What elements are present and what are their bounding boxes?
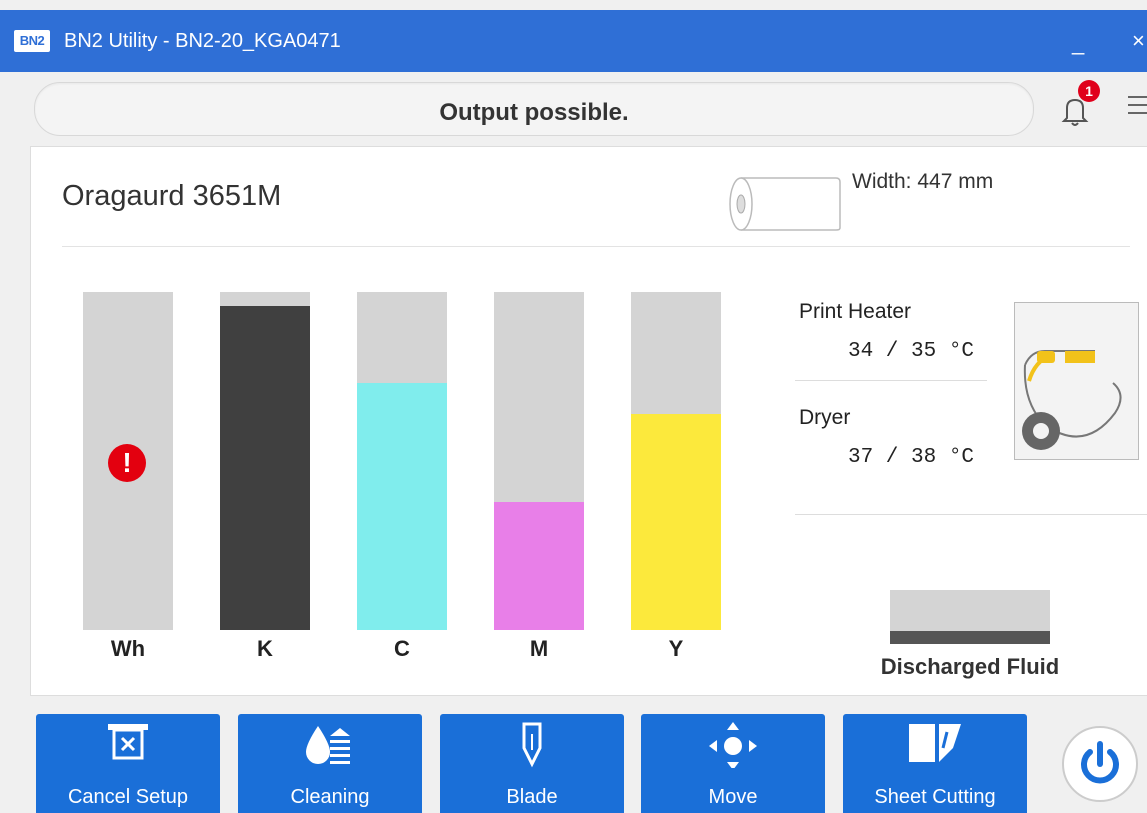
ink-fill-c	[357, 383, 447, 630]
ink-label-m: M	[529, 636, 549, 661]
cleaning-icon	[238, 718, 422, 768]
media-name: Oragaurd 3651M	[62, 180, 282, 212]
cancel-setup-button[interactable]: Cancel Setup	[36, 714, 220, 813]
heater-diagram-icon	[1014, 302, 1139, 460]
ink-label-k: K	[257, 636, 273, 661]
blade-icon	[440, 718, 624, 768]
discharged-fluid-label: Discharged Fluid	[880, 654, 1060, 679]
move-label: Move	[708, 786, 758, 808]
discharged-fluid-level	[890, 631, 1050, 644]
ink-warning-icon: !	[108, 444, 146, 482]
ink-bar-k	[220, 292, 310, 630]
media-roll-icon	[726, 174, 841, 232]
dryer-label: Dryer	[799, 406, 851, 429]
move-button[interactable]: Move	[641, 714, 825, 813]
title-bar: BN2 BN2 Utility - BN2-20_KGA0471 _ ×	[0, 10, 1147, 72]
ink-fill-m	[494, 501, 584, 630]
print-heater-label: Print Heater	[799, 300, 912, 323]
ink-label-y: Y	[668, 636, 684, 661]
close-button[interactable]: ×	[1132, 30, 1145, 52]
divider	[795, 514, 1147, 515]
print-heater-value: 34 / 35 °C	[848, 340, 975, 363]
ink-bar-y	[631, 292, 721, 630]
power-button[interactable]	[1062, 726, 1138, 802]
cancel-setup-icon	[36, 718, 220, 768]
status-message: Output possible.	[439, 99, 629, 126]
cleaning-button[interactable]: Cleaning	[238, 714, 422, 813]
ink-label-c: C	[394, 636, 410, 661]
minimize-button[interactable]: _	[1072, 32, 1084, 54]
blade-label: Blade	[506, 786, 558, 808]
ink-fill-y	[631, 413, 721, 630]
ink-label-wh: Wh	[110, 636, 146, 661]
ink-bar-c	[357, 292, 447, 630]
media-width: Width: 447 mm	[852, 170, 994, 193]
notification-badge: 1	[1078, 80, 1100, 102]
ink-fill-k	[220, 305, 310, 630]
sheet-cutting-icon	[843, 718, 1027, 768]
power-icon	[1081, 741, 1119, 784]
blade-button[interactable]: Blade	[440, 714, 624, 813]
status-bar: Output possible.	[34, 82, 1034, 136]
sheet-cutting-label: Sheet Cutting	[874, 786, 996, 808]
cleaning-label: Cleaning	[290, 786, 370, 808]
dryer-value: 37 / 38 °C	[848, 446, 975, 469]
hamburger-menu-icon[interactable]	[1128, 96, 1147, 120]
window-title: BN2 Utility - BN2-20_KGA0471	[64, 30, 341, 52]
ink-bar-m	[494, 292, 584, 630]
move-icon	[641, 718, 825, 770]
divider	[795, 380, 987, 381]
app-logo: BN2	[14, 30, 50, 52]
sheet-cutting-button[interactable]: Sheet Cutting	[843, 714, 1027, 813]
divider	[62, 246, 1130, 247]
cancel-setup-label: Cancel Setup	[67, 786, 189, 808]
